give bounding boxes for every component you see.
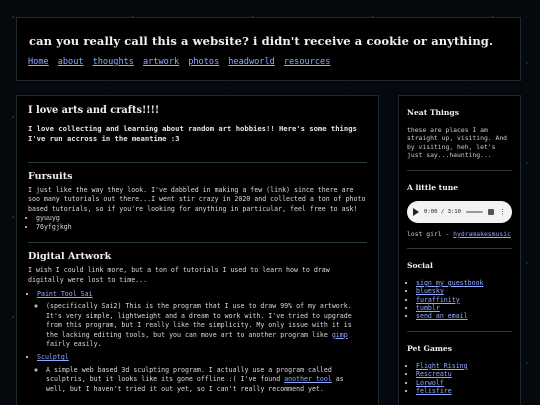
bluesky-link[interactable]: bluesky xyxy=(416,287,444,295)
more-options-icon[interactable]: ⋮ xyxy=(499,208,506,216)
digital-artwork-text: I wish I could link more, but a ton of t… xyxy=(28,266,330,284)
tool-description: A simple web based 3d sculpting program.… xyxy=(46,366,367,394)
divider xyxy=(28,242,367,244)
nav-thoughts[interactable]: thoughts xyxy=(93,57,134,67)
list-item: sign my guestbook xyxy=(416,279,512,287)
tool-details: A simple web based 3d sculpting program.… xyxy=(46,366,367,394)
tool-details: (specifically Sai2) This is the program … xyxy=(46,302,367,349)
tool-item: Sculptgl A simple web based 3d sculpting… xyxy=(37,353,367,394)
list-item: Flight Rising xyxy=(416,362,512,370)
play-icon[interactable] xyxy=(413,207,419,216)
tune-heading: A little tune xyxy=(407,182,459,192)
divider xyxy=(407,330,512,332)
list-item: bluesky xyxy=(416,287,512,295)
nav-headworld[interactable]: headworld xyxy=(228,57,275,67)
nav-artwork[interactable]: artwork xyxy=(143,57,179,67)
tool-item: Paint Tool Sai (specifically Sai2) This … xyxy=(37,290,367,349)
intro-text: I love collecting and learning about ran… xyxy=(28,124,357,143)
rescreatu-link[interactable]: Rescreatu xyxy=(416,370,452,378)
social-links: sign my guestbook bluesky furaffinity tu… xyxy=(416,279,512,321)
nav-about[interactable]: about xyxy=(58,57,84,67)
sidebar: Neat Things these are places I am straig… xyxy=(398,95,521,405)
page-heading: I love arts and crafts!!!! xyxy=(28,105,160,116)
tool-description-text: (specifically Sai2) This is the program … xyxy=(46,302,352,339)
list-item: 76yfgjkgh xyxy=(36,223,367,232)
paint-tool-sai-link[interactable]: Paint Tool Sai xyxy=(37,290,93,298)
fursuits-heading: Fursuits xyxy=(28,171,73,182)
list-item: Rescreatu xyxy=(416,370,512,378)
fursuits-text: I just like the way they look. I've dabb… xyxy=(28,186,366,213)
social-heading: Social xyxy=(407,260,433,270)
tune-caption: lost girl - hydramakesmusic xyxy=(407,230,512,238)
gimp-link[interactable]: gimp xyxy=(332,331,348,339)
divider xyxy=(407,247,512,249)
list-item: tumblr xyxy=(416,304,512,312)
list-item: gyuuyg xyxy=(36,214,367,223)
felisfire-link[interactable]: felisfire xyxy=(416,387,452,395)
pet-games-links: Flight Rising Rescreatu Lorwolf felisfir… xyxy=(416,362,512,396)
list-item: Lorwolf xyxy=(416,379,512,387)
guestbook-link[interactable]: sign my guestbook xyxy=(416,279,484,287)
list-item: furaffinity xyxy=(416,296,512,304)
site-header: can you really call this a website? i di… xyxy=(16,17,521,81)
nav-home[interactable]: Home xyxy=(28,57,49,67)
volume-icon[interactable] xyxy=(488,208,494,215)
flight-rising-link[interactable]: Flight Rising xyxy=(416,362,468,370)
nav-photos[interactable]: photos xyxy=(188,57,219,67)
audio-progress-bar[interactable] xyxy=(466,210,483,213)
main-content: I love arts and crafts!!!! I love collec… xyxy=(16,95,379,405)
tool-description-text: fairly easily. xyxy=(46,340,102,349)
furaffinity-link[interactable]: furaffinity xyxy=(416,296,460,304)
audio-player[interactable]: 0:00 / 3:10 ⋮ xyxy=(407,200,512,223)
sculptgl-link[interactable]: Sculptgl xyxy=(37,353,69,361)
another-tool-link[interactable]: another tool xyxy=(284,375,332,383)
list-item: felisfire xyxy=(416,387,512,395)
audio-time: 0:00 / 3:10 xyxy=(424,208,462,215)
pet-games-heading: Pet Games xyxy=(407,343,453,353)
email-link[interactable]: send an email xyxy=(416,312,468,320)
nav-resources[interactable]: resources xyxy=(284,57,331,67)
divider xyxy=(407,169,512,171)
main-nav: Home about thoughts artwork photos headw… xyxy=(28,57,330,67)
list-item: send an email xyxy=(416,312,512,320)
tool-description: (specifically Sai2) This is the program … xyxy=(46,302,367,349)
lorwolf-link[interactable]: Lorwolf xyxy=(416,379,444,387)
digital-artwork-heading: Digital Artwork xyxy=(28,251,112,263)
hydramakesmusic-link[interactable]: hydramakesmusic xyxy=(453,230,511,238)
tumblr-link[interactable]: tumblr xyxy=(416,304,440,312)
site-title: can you really call this a website? i di… xyxy=(29,34,494,48)
tools-list: Paint Tool Sai (specifically Sai2) This … xyxy=(37,290,367,394)
neat-things-text: these are places I am straight up, visit… xyxy=(407,126,508,160)
neat-things-heading: Neat Things xyxy=(407,108,460,117)
fursuits-list: gyuuyg 76yfgjkgh xyxy=(36,214,367,232)
tune-title: lost girl - xyxy=(407,229,454,238)
divider xyxy=(28,162,367,163)
